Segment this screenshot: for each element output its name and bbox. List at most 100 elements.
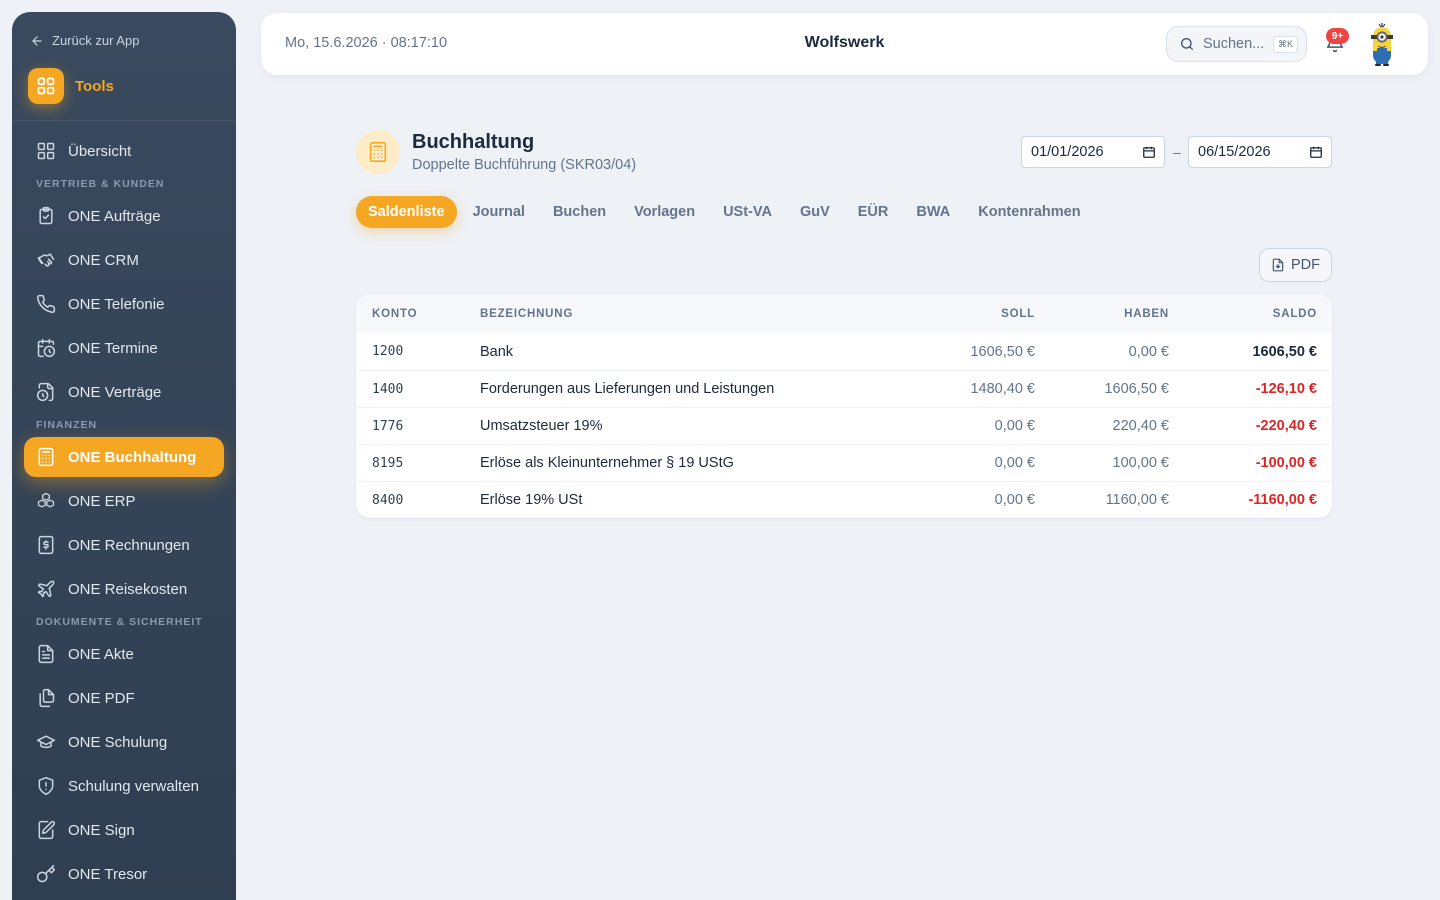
tab-buchen[interactable]: Buchen: [541, 196, 618, 228]
tools-grid-icon: [28, 68, 64, 104]
cell-soll: 0,00 €: [994, 455, 1035, 471]
cell-soll: 0,00 €: [994, 418, 1035, 434]
sidebar-item-label: ONE Verträge: [68, 383, 162, 401]
sidebar-section-finance: Finanzen: [36, 418, 98, 431]
sidebar-item-label: ONE PDF: [68, 689, 135, 707]
sidebar-item-rechnungen[interactable]: ONE Rechnungen: [24, 525, 224, 565]
sidebar-item-tresor[interactable]: ONE Tresor: [24, 854, 224, 894]
tab-journal[interactable]: Journal: [461, 196, 537, 228]
table-header: Konto Bezeichnung Soll Haben Saldo: [356, 294, 1332, 333]
cell-haben: 1160,00 €: [1105, 492, 1169, 508]
date-to-value: 06/15/2026: [1198, 144, 1271, 160]
search-box[interactable]: Suchen... ⌘K: [1166, 26, 1307, 62]
tab-kontenrahmen[interactable]: Kontenrahmen: [966, 196, 1092, 228]
date-range-separator: –: [1173, 144, 1181, 160]
cell-saldo: -100,00 €: [1255, 455, 1317, 471]
page-subtitle: Doppelte Buchführung (SKR03/04): [412, 157, 637, 173]
tools-header[interactable]: Tools: [28, 68, 114, 104]
tab-bwa[interactable]: BWA: [904, 196, 962, 228]
sidebar-item-label: ONE ERP: [68, 492, 136, 510]
sidebar-item-label: ONE CRM: [68, 251, 139, 269]
sidebar-item-label: ONE Schulung: [68, 733, 168, 751]
back-to-app-link[interactable]: Zurück zur App: [30, 33, 139, 48]
sidebar-item-reisekosten[interactable]: ONE Reisekosten: [24, 569, 224, 609]
page-title: Buchhaltung: [412, 131, 535, 153]
col-header-saldo[interactable]: Saldo: [1169, 308, 1317, 320]
shield-alert-icon: [38, 776, 54, 796]
cell-konto: 1776: [372, 418, 404, 434]
sidebar-item-label: ONE Termine: [68, 339, 158, 357]
calendar-icon[interactable]: [1309, 145, 1323, 159]
sidebar-item-auftraege[interactable]: ONE Aufträge: [24, 196, 224, 236]
sidebar-section-sales: Vertrieb & Kunden: [36, 177, 165, 190]
date-to-input[interactable]: 06/15/2026: [1188, 136, 1332, 168]
sidebar-item-label: ONE Telefonie: [68, 295, 165, 313]
sidebar-item-crm[interactable]: ONE CRM: [24, 240, 224, 280]
date-from-value: 01/01/2026: [1031, 144, 1104, 160]
file-signature-icon: [38, 820, 56, 840]
trial-balance-table: Konto Bezeichnung Soll Haben Saldo 1200 …: [356, 294, 1332, 518]
table-row[interactable]: 8400 Erlöse 19% USt 0,00 € 1160,00 € -11…: [356, 481, 1332, 518]
sidebar-item-vertraege[interactable]: ONE Verträge: [24, 372, 224, 412]
notification-count-badge: 9+: [1326, 28, 1349, 44]
sidebar-item-label: ONE Reisekosten: [68, 580, 188, 598]
search-placeholder: Suchen...: [1203, 36, 1265, 52]
handshake-icon: [37, 253, 55, 267]
date-from-input[interactable]: 01/01/2026: [1021, 136, 1165, 168]
sidebar-item-overview[interactable]: Übersicht: [24, 131, 224, 171]
sidebar-item-erp[interactable]: ONE ERP: [24, 481, 224, 521]
cell-konto: 1200: [372, 344, 404, 359]
minion-avatar-icon: [1371, 23, 1393, 66]
calendar-icon[interactable]: [1142, 145, 1156, 159]
search-icon: [1181, 38, 1193, 50]
cell-bezeichnung: Erlöse 19% USt: [480, 492, 583, 508]
tab-bar: Saldenliste Journal Buchen Vorlagen USt-…: [356, 196, 1093, 228]
sidebar-item-label: ONE Sign: [68, 821, 135, 839]
sidebar-item-termine[interactable]: ONE Termine: [24, 328, 224, 368]
sidebar-item-label: ONE Buchhaltung: [68, 448, 197, 466]
sidebar-item-akte[interactable]: ONE Akte: [24, 634, 224, 674]
cell-saldo: 1606,50 €: [1252, 343, 1317, 360]
tab-euer[interactable]: EÜR: [846, 196, 901, 228]
col-header-konto[interactable]: Konto: [356, 308, 480, 320]
cell-saldo: -220,40 €: [1255, 418, 1317, 434]
col-header-soll[interactable]: Soll: [920, 308, 1035, 320]
cell-bezeichnung: Erlöse als Kleinunternehmer § 19 UStG: [480, 455, 734, 471]
table-row[interactable]: 1200 Bank 1606,50 € 0,00 € 1606,50 €: [356, 333, 1332, 370]
sidebar-item-buchhaltung[interactable]: ONE Buchhaltung: [24, 437, 224, 477]
sidebar-item-label: ONE Tresor: [68, 865, 148, 883]
avatar[interactable]: [1367, 22, 1397, 66]
col-header-bezeichnung[interactable]: Bezeichnung: [480, 308, 920, 320]
export-pdf-button[interactable]: PDF: [1259, 248, 1332, 282]
sidebar-item-sign[interactable]: ONE Sign: [24, 810, 224, 850]
tab-saldenliste[interactable]: Saldenliste: [356, 196, 457, 228]
cell-bezeichnung: Bank: [480, 343, 514, 360]
tools-label: Tools: [75, 77, 114, 95]
tab-ust-va[interactable]: USt-VA: [711, 196, 784, 228]
boxes-icon: [37, 492, 55, 508]
date-range: 01/01/2026 – 06/15/2026: [1021, 136, 1332, 168]
sidebar-item-label: Schulung verwalten: [68, 777, 199, 795]
sidebar-item-telefonie[interactable]: ONE Telefonie: [24, 284, 224, 324]
sidebar-section-docs: Dokumente & Sicherheit: [36, 615, 203, 628]
plane-icon: [37, 580, 55, 598]
sidebar-nav: Übersicht Vertrieb & Kunden ONE Aufträge…: [24, 131, 224, 898]
files-icon: [39, 688, 55, 708]
sidebar-item-schulung-verwalten[interactable]: Schulung verwalten: [24, 766, 224, 806]
file-clock-icon: [36, 382, 54, 402]
table-row[interactable]: 8195 Erlöse als Kleinunternehmer § 19 US…: [356, 444, 1332, 481]
export-pdf-label: PDF: [1291, 257, 1320, 273]
sidebar-item-pdf[interactable]: ONE PDF: [24, 678, 224, 718]
col-header-haben[interactable]: Haben: [1035, 308, 1169, 320]
cell-bezeichnung: Umsatzsteuer 19%: [480, 418, 603, 434]
table-row[interactable]: 1400 Forderungen aus Lieferungen und Lei…: [356, 370, 1332, 407]
table-row[interactable]: 1776 Umsatzsteuer 19% 0,00 € 220,40 € -2…: [356, 407, 1332, 444]
sidebar-item-label: Übersicht: [68, 142, 132, 160]
tab-vorlagen[interactable]: Vorlagen: [622, 196, 707, 228]
file-text-icon: [38, 644, 54, 664]
sidebar-item-schulung[interactable]: ONE Schulung: [24, 722, 224, 762]
tab-guv[interactable]: GuV: [788, 196, 842, 228]
arrow-left-icon: [32, 35, 42, 46]
cell-soll: 1606,50 €: [970, 343, 1035, 360]
cell-haben: 0,00 €: [1128, 343, 1169, 360]
